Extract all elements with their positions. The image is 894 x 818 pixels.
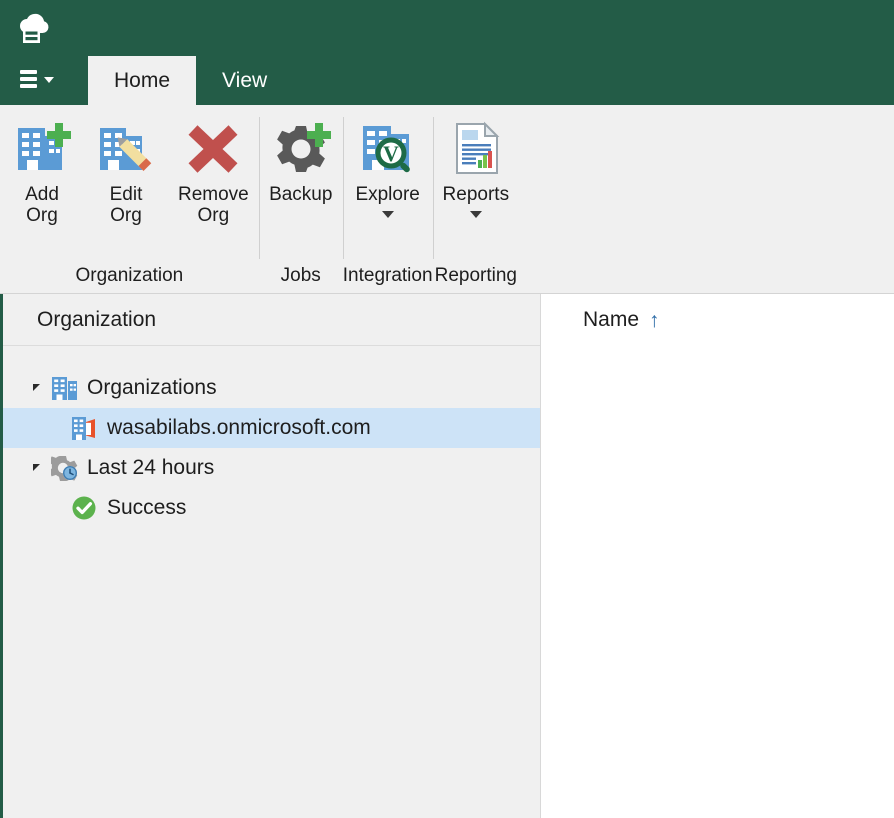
red-x-remove-icon bbox=[181, 117, 245, 181]
green-check-success-icon bbox=[69, 494, 101, 522]
reports-button[interactable]: Reports bbox=[433, 115, 520, 218]
expander-collapse-icon[interactable] bbox=[23, 464, 49, 471]
title-bar: Home View bbox=[0, 0, 894, 105]
work-area: Organization Organizations wasabilabs.on… bbox=[0, 294, 894, 818]
ribbon: Add Org Edit Org Remove Org Organization… bbox=[0, 105, 894, 294]
veeam-explorer-magnifier-icon: V bbox=[356, 117, 420, 181]
ribbon-group-jobs: Backup Jobs bbox=[258, 105, 343, 293]
tab-home[interactable]: Home bbox=[88, 56, 197, 105]
building-add-icon bbox=[10, 117, 74, 181]
explore-label: Explore bbox=[355, 184, 420, 205]
sort-ascending-icon[interactable]: ↑ bbox=[649, 310, 660, 331]
tree-panel-title: Organization bbox=[37, 307, 157, 331]
gear-add-backup-icon bbox=[269, 117, 333, 181]
hamburger-menu-icon[interactable] bbox=[20, 70, 37, 88]
column-header-name[interactable]: Name bbox=[583, 308, 639, 332]
ribbon-group-integration: V Explore Integration bbox=[342, 105, 433, 293]
office365-org-icon bbox=[69, 414, 101, 442]
report-document-chart-icon bbox=[444, 117, 508, 181]
object-list-panel: Name ↑ bbox=[545, 294, 894, 818]
tree-node-label: Success bbox=[107, 496, 187, 519]
ribbon-group-reporting: Reports Reporting bbox=[432, 105, 520, 293]
chevron-down-icon[interactable] bbox=[469, 210, 482, 218]
explore-button[interactable]: V Explore bbox=[345, 115, 429, 218]
application-window: Home View Add Org Edit Org Remove Org Or… bbox=[0, 0, 894, 818]
ribbon-group-label-organization: Organization bbox=[75, 265, 184, 286]
tree-node-label: Organizations bbox=[87, 376, 217, 399]
gear-clock-history-icon bbox=[49, 454, 81, 482]
expander-collapse-icon[interactable] bbox=[23, 384, 49, 391]
tree-node-label: Last 24 hours bbox=[87, 456, 215, 479]
organization-tree-panel: Organization Organizations wasabilabs.on… bbox=[3, 294, 541, 818]
quick-access-toolbar[interactable] bbox=[20, 66, 54, 92]
tree-node-wasabilabs-org[interactable]: wasabilabs.onmicrosoft.com bbox=[3, 408, 540, 448]
reports-label: Reports bbox=[442, 184, 510, 205]
backup-label: Backup bbox=[269, 184, 333, 205]
backup-button[interactable]: Backup bbox=[259, 115, 343, 206]
ribbon-group-organization: Add Org Edit Org Remove Org Organization bbox=[0, 105, 259, 293]
list-column-header-row: Name ↑ bbox=[545, 294, 894, 346]
tab-home-label: Home bbox=[114, 68, 171, 92]
tree-node-success[interactable]: Success bbox=[3, 488, 540, 528]
tree-node-last-24-hours[interactable]: Last 24 hours bbox=[3, 448, 540, 488]
organizations-buildings-icon bbox=[49, 374, 81, 402]
chevron-down-icon[interactable] bbox=[381, 210, 394, 218]
remove-org-label: Remove Org bbox=[178, 184, 249, 226]
tree-node-label: wasabilabs.onmicrosoft.com bbox=[107, 416, 371, 439]
app-logo-icon bbox=[10, 8, 52, 50]
edit-org-button[interactable]: Edit Org bbox=[84, 115, 168, 226]
add-org-button[interactable]: Add Org bbox=[0, 115, 84, 226]
tab-view[interactable]: View bbox=[196, 56, 293, 105]
ribbon-tab-strip: Home View bbox=[88, 56, 293, 105]
building-edit-icon bbox=[94, 117, 158, 181]
chevron-down-icon[interactable] bbox=[44, 77, 54, 83]
ribbon-group-label-integration: Integration bbox=[342, 265, 433, 286]
tree-panel-header: Organization bbox=[3, 294, 540, 346]
edit-org-label: Edit Org bbox=[109, 184, 143, 226]
ribbon-group-label-reporting: Reporting bbox=[434, 265, 517, 286]
tree-node-list: Organizations wasabilabs.onmicrosoft.com… bbox=[3, 346, 540, 528]
svg-text:V: V bbox=[383, 141, 399, 166]
tab-view-label: View bbox=[222, 68, 268, 92]
remove-org-button[interactable]: Remove Org bbox=[168, 115, 259, 226]
add-org-label: Add Org bbox=[25, 184, 59, 226]
ribbon-group-label-jobs: Jobs bbox=[280, 265, 321, 286]
tree-node-organizations[interactable]: Organizations bbox=[3, 368, 540, 408]
